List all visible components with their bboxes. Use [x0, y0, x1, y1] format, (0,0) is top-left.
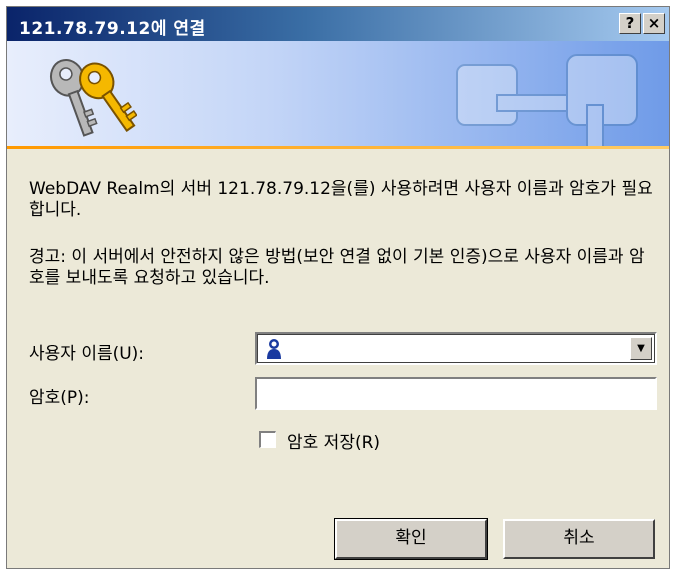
password-label: 암호(P):: [29, 388, 90, 408]
dialog-title: 121.78.79.12에 연결: [19, 19, 206, 39]
chevron-down-icon[interactable]: ▼: [630, 337, 652, 360]
warning-message: 경고: 이 서버에서 안전하지 않은 방법(보안 연결 없이 기본 인증)으로 …: [29, 247, 645, 288]
title-bar[interactable]: 121.78.79.12에 연결 ? ×: [7, 7, 669, 41]
cancel-button[interactable]: 취소: [503, 519, 655, 559]
banner-divider: [7, 146, 669, 149]
background-keys-icon: [456, 54, 638, 149]
close-button[interactable]: ×: [643, 13, 665, 34]
connect-dialog: 121.78.79.12에 연결 ? × WebDAV Realm의 서버 12…: [6, 6, 670, 569]
password-field[interactable]: [255, 377, 657, 410]
ok-button[interactable]: 확인: [334, 518, 488, 560]
keys-icon: [50, 58, 137, 137]
user-icon: [267, 339, 281, 359]
banner: [7, 41, 669, 149]
username-label: 사용자 이름(U):: [29, 344, 145, 364]
save-password-checkbox[interactable]: [259, 431, 276, 448]
save-password-label[interactable]: 암호 저장(R): [287, 428, 380, 453]
username-combobox[interactable]: ▼: [255, 332, 657, 365]
help-button[interactable]: ?: [619, 13, 641, 34]
info-message: WebDAV Realm의 서버 121.78.79.12을(를) 사용하려면 …: [29, 179, 653, 220]
